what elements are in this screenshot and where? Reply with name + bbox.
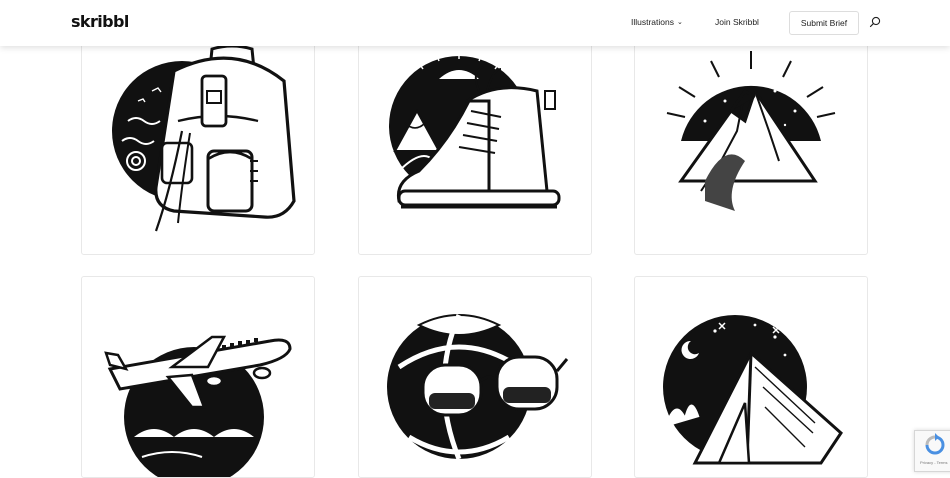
recaptcha-badge[interactable]: Privacy - Terms bbox=[914, 430, 950, 472]
recaptcha-terms[interactable]: Privacy - Terms bbox=[920, 460, 947, 465]
beach-ball-illustration bbox=[387, 314, 569, 460]
site-logo[interactable]: skribbl bbox=[71, 12, 129, 31]
illustration-card-tent[interactable] bbox=[634, 276, 868, 478]
illustration-card-backpack[interactable] bbox=[81, 30, 315, 255]
illustration-card-airplane[interactable] bbox=[81, 276, 315, 478]
illustration-card-beach-ball-sunglasses[interactable] bbox=[358, 276, 592, 478]
backpack-illustration bbox=[112, 44, 296, 232]
nav-join-skribbl[interactable]: Join Skribbl bbox=[715, 17, 759, 27]
nav-illustrations-label: Illustrations bbox=[631, 17, 674, 27]
site-header: skribbl Illustrations ⌄ Join Skribbl Sub… bbox=[0, 0, 950, 46]
hiking-boot-illustration bbox=[389, 43, 561, 209]
illustration-card-mountain[interactable] bbox=[634, 30, 868, 255]
search-icon[interactable] bbox=[869, 16, 881, 28]
illustration-card-hiking-boot[interactable] bbox=[358, 30, 592, 255]
chevron-down-icon: ⌄ bbox=[677, 18, 683, 26]
recaptcha-icon bbox=[925, 433, 945, 455]
nav-illustrations[interactable]: Illustrations ⌄ bbox=[631, 17, 683, 27]
airplane-illustration bbox=[104, 335, 292, 477]
mountain-illustration bbox=[666, 51, 836, 211]
submit-brief-button[interactable]: Submit Brief bbox=[789, 11, 859, 35]
tent-illustration bbox=[663, 315, 843, 465]
